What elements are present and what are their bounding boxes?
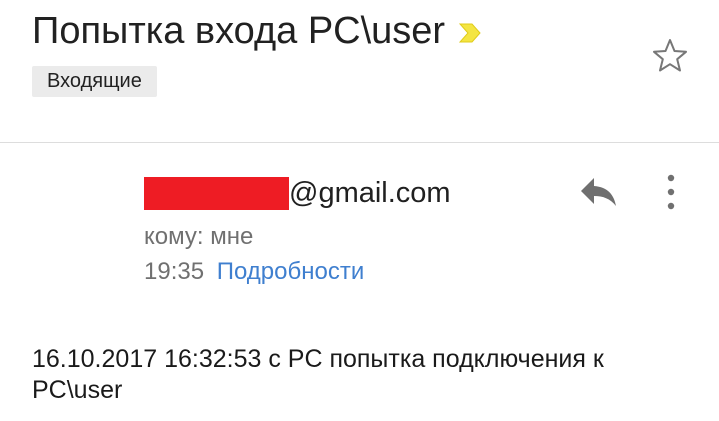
importance-marker-icon[interactable] (457, 21, 483, 45)
message-time: 19:35 (144, 258, 205, 285)
star-icon[interactable] (650, 36, 690, 76)
sender-email-domain: @gmail.com (289, 177, 451, 209)
time-row: 19:35 Подробности (144, 257, 364, 287)
subject-row: Попытка входа PC\user (32, 8, 483, 54)
email-subject: Попытка входа PC\user (32, 10, 446, 52)
label-chip-inbox[interactable]: Входящие (32, 66, 157, 97)
more-vertical-icon[interactable] (660, 170, 682, 214)
header-divider (0, 142, 719, 143)
message-body: 16.10.2017 16:32:53 с PC попытка подключ… (32, 345, 604, 404)
redacted-sender-name (144, 176, 289, 210)
sender-row: @gmail.com (144, 173, 451, 213)
recipient-line: кому: мне (144, 223, 254, 250)
details-link[interactable]: Подробности (217, 258, 365, 285)
reply-icon[interactable] (577, 172, 621, 212)
